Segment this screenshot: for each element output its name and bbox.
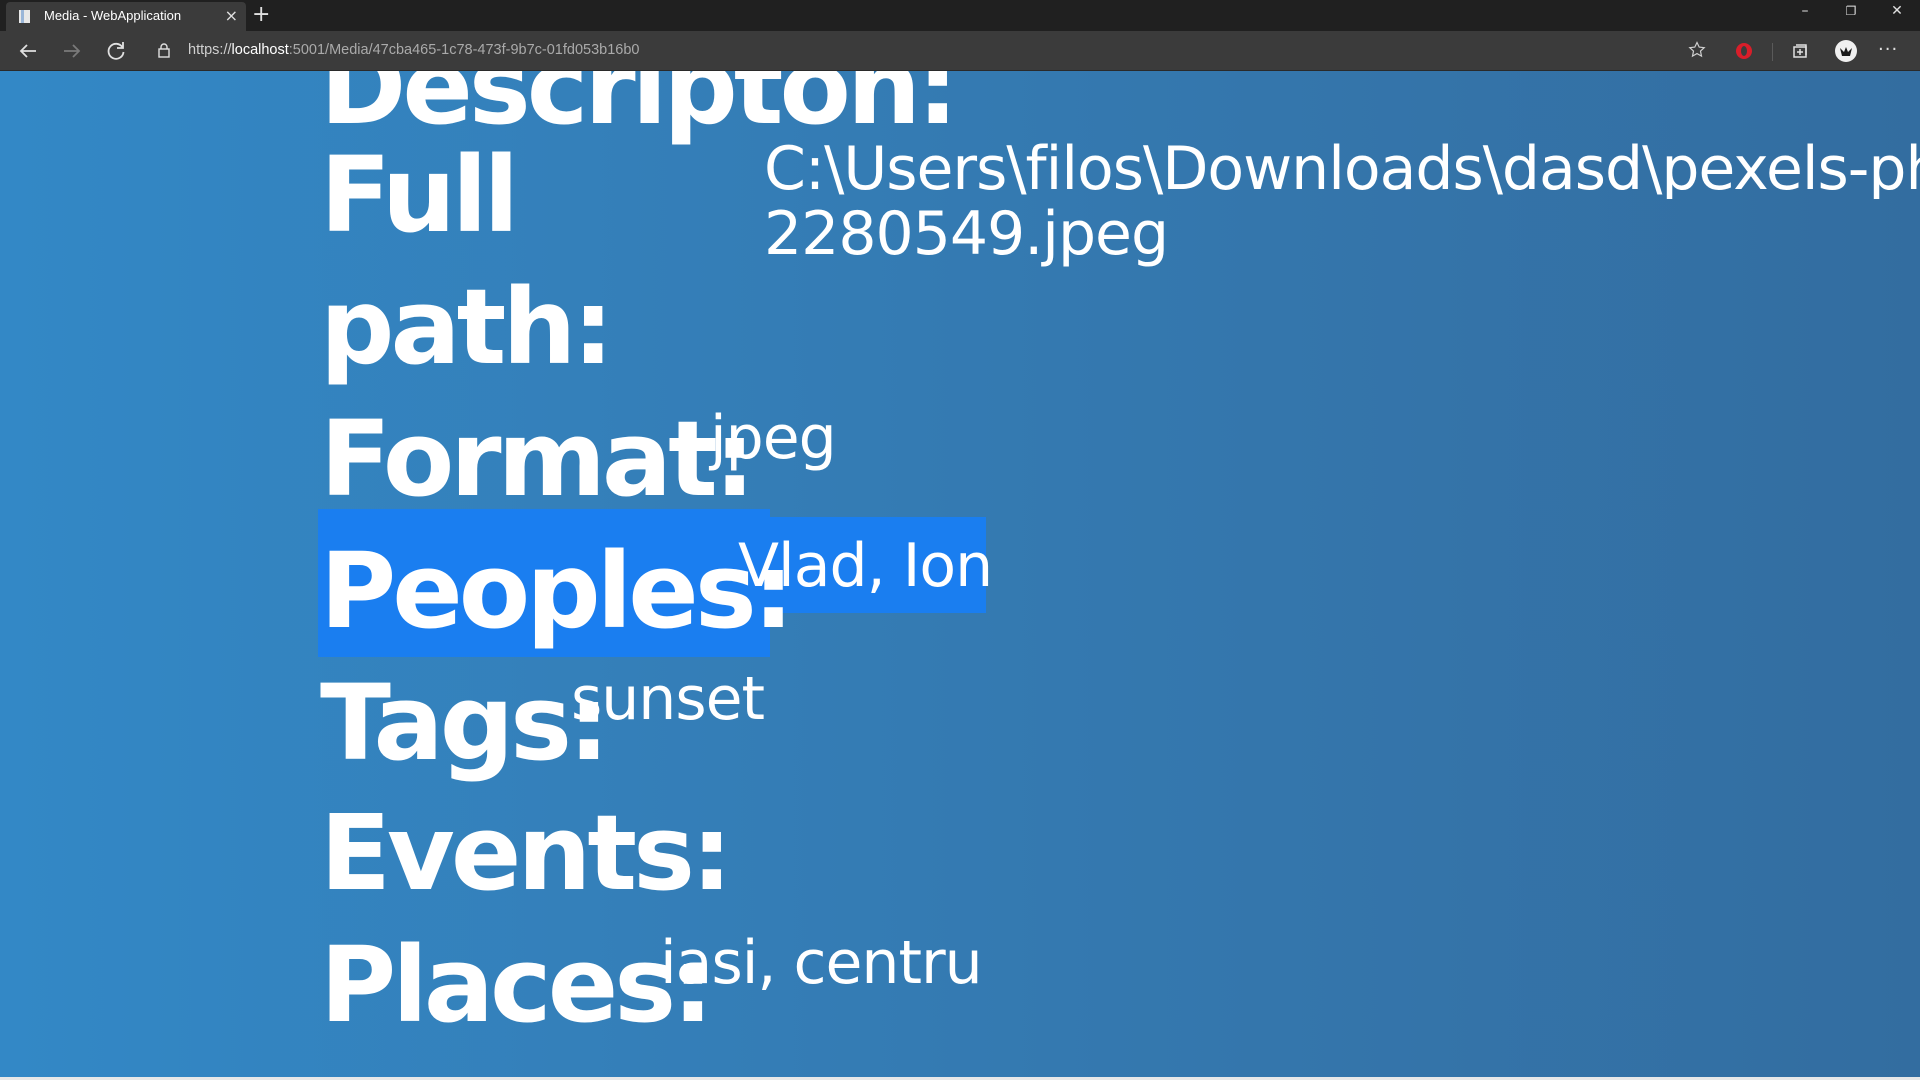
page-content: Descripton: Full path: C:\Users\filos\Do… bbox=[0, 71, 1920, 1077]
tags-label: Tags: bbox=[320, 662, 610, 784]
back-arrow-icon[interactable] bbox=[16, 39, 40, 63]
url-text[interactable]: https://localhost:5001/Media/47cba465-1c… bbox=[188, 42, 639, 58]
lock-icon[interactable] bbox=[156, 42, 172, 58]
places-label: Places: bbox=[320, 924, 714, 1046]
settings-more-button[interactable]: ··· bbox=[1878, 39, 1898, 60]
refresh-icon[interactable] bbox=[104, 39, 128, 63]
places-value: iasi, centru bbox=[660, 928, 983, 998]
full-path-label-line2: path: bbox=[320, 266, 614, 388]
new-tab-button[interactable]: + bbox=[252, 3, 270, 27]
address-bar[interactable]: https://localhost:5001/Media/47cba465-1c… bbox=[146, 36, 1716, 65]
browser-tab[interactable]: Media - WebApplication × bbox=[6, 2, 246, 31]
collections-icon[interactable] bbox=[1788, 39, 1812, 63]
url-host: localhost bbox=[231, 42, 289, 58]
opera-extension-icon[interactable] bbox=[1732, 39, 1756, 63]
full-path-value-line2: 2280549.jpeg bbox=[764, 199, 1169, 269]
events-label: Events: bbox=[320, 792, 733, 914]
tab-close-icon[interactable]: × bbox=[225, 7, 238, 25]
profile-avatar-icon[interactable] bbox=[1834, 39, 1858, 63]
minimize-button[interactable]: – bbox=[1782, 0, 1828, 24]
full-path-label-line1: Full bbox=[320, 134, 519, 256]
peoples-value: Vlad, Ion bbox=[738, 531, 993, 601]
close-window-button[interactable]: ✕ bbox=[1874, 0, 1920, 24]
favorite-star-icon[interactable] bbox=[1688, 41, 1706, 59]
restore-button[interactable]: ❐ bbox=[1828, 0, 1874, 24]
tab-title: Media - WebApplication bbox=[44, 8, 182, 23]
url-scheme: https:// bbox=[188, 42, 232, 58]
page-icon bbox=[19, 10, 30, 23]
url-path: :5001/Media/47cba465-1c78-473f-9b7c-01fd… bbox=[288, 42, 640, 58]
format-value: jpeg bbox=[710, 403, 837, 473]
toolbar-divider bbox=[1772, 43, 1773, 61]
tab-bar: Media - WebApplication × + – ❐ ✕ bbox=[0, 0, 1920, 31]
full-path-value-line1: C:\Users\filos\Downloads\dasd\pexels-ph bbox=[764, 139, 1920, 199]
browser-toolbar: https://localhost:5001/Media/47cba465-1c… bbox=[0, 31, 1920, 71]
tags-value: sunset bbox=[571, 664, 765, 734]
forward-arrow-icon[interactable] bbox=[60, 39, 84, 63]
peoples-label: Peoples: bbox=[320, 530, 794, 652]
description-label: Descripton: bbox=[320, 71, 959, 148]
format-label: Format: bbox=[320, 398, 755, 520]
